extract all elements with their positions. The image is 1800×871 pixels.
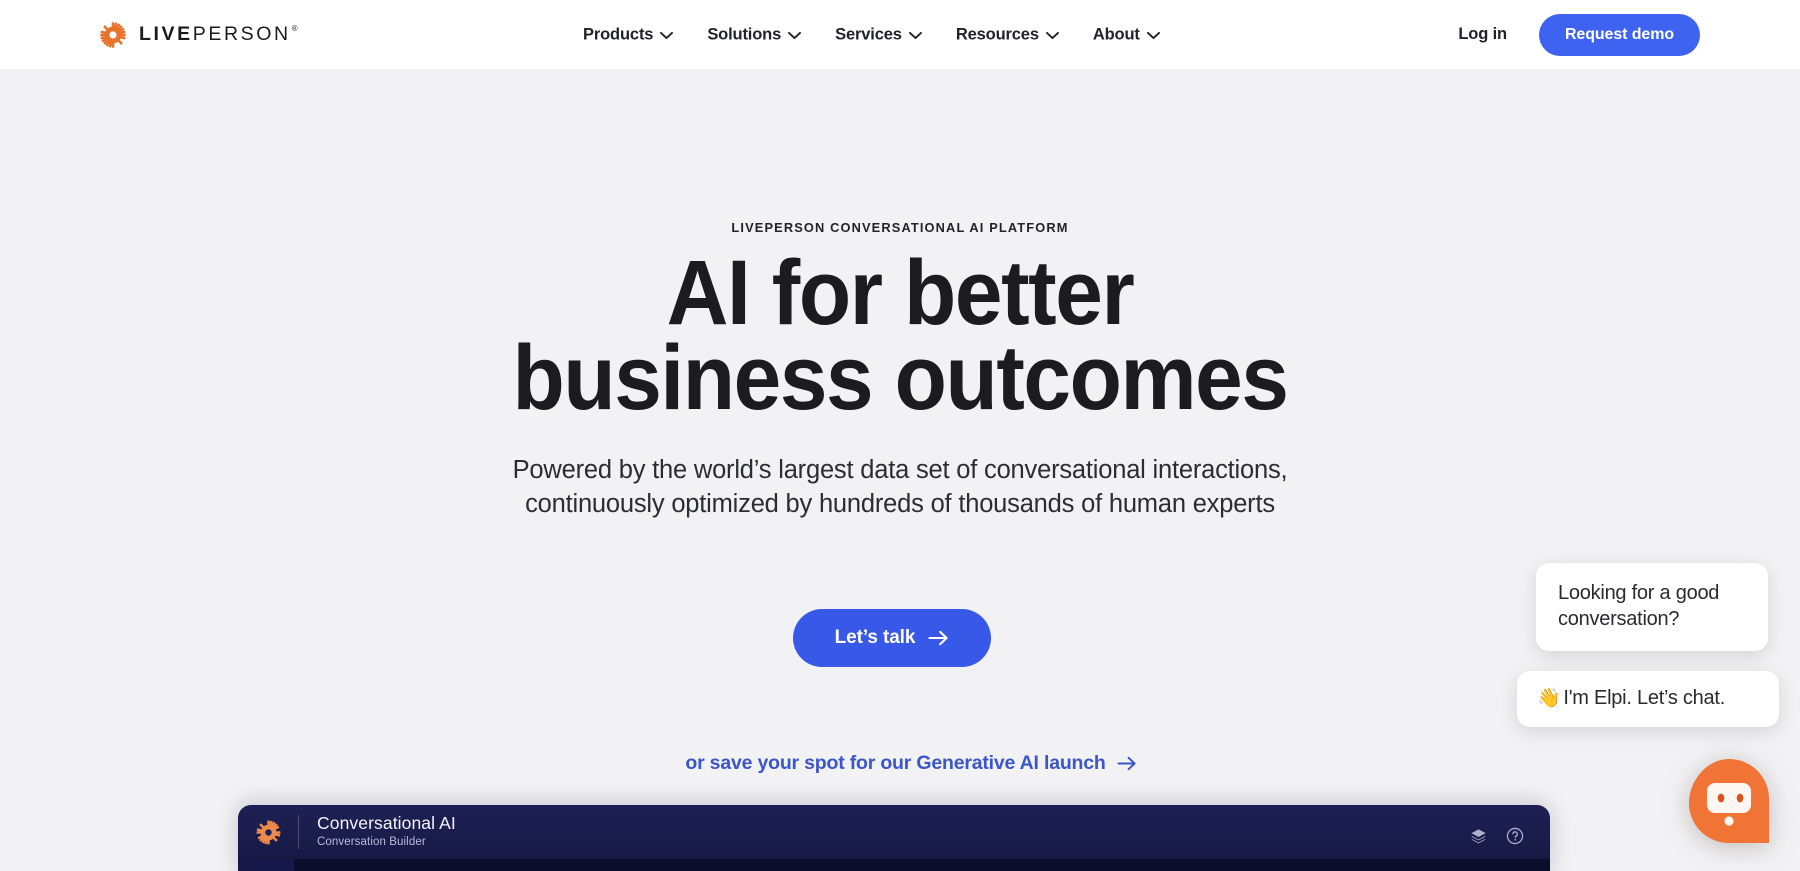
- chevron-down-icon: [908, 31, 922, 40]
- nav-item-products[interactable]: Products: [583, 25, 674, 44]
- nav-item-label: About: [1092, 25, 1140, 43]
- chevron-down-icon: [1146, 31, 1160, 40]
- product-panel-topbar: Conversational AI Conversation Builder: [238, 805, 1550, 859]
- product-panel-divider: [298, 815, 299, 849]
- page-root: LIVE PERSON ® Products Solutions Services: [0, 0, 1800, 871]
- arrow-right-icon: [1117, 756, 1136, 771]
- chevron-down-icon: [788, 31, 802, 40]
- product-panel-title: Conversational AI: [317, 812, 456, 833]
- nav-item-resources[interactable]: Resources: [956, 25, 1059, 44]
- nav-item-label: Products: [583, 25, 654, 43]
- product-panel-canvas: [238, 859, 1550, 871]
- hero-cta-container: Let’s talk: [0, 609, 1800, 667]
- site-header: LIVE PERSON ® Products Solutions Services: [0, 0, 1800, 69]
- subheadline-line-1: Powered by the world’s largest data set …: [512, 456, 1288, 484]
- headline-line-2: business outcomes: [512, 326, 1288, 429]
- wordmark-person: PERSON: [192, 23, 291, 45]
- main-navigation: Products Solutions Services Resources Ab…: [583, 25, 1160, 44]
- chat-launcher-button[interactable]: [1683, 755, 1775, 847]
- hero-secondary-cta-container: or save your spot for our Generative AI …: [0, 752, 1800, 775]
- lets-talk-label: Let’s talk: [834, 627, 916, 648]
- wordmark-registered: ®: [291, 24, 298, 33]
- nav-item-label: Solutions: [707, 25, 782, 43]
- nav-item-label: Resources: [955, 25, 1039, 43]
- nav-item-services[interactable]: Services: [835, 25, 922, 44]
- hero-section: LIVEPERSON CONVERSATIONAL AI PLATFORM AI…: [0, 69, 1800, 871]
- chevron-down-icon: [1045, 31, 1059, 40]
- login-link[interactable]: Log in: [1458, 25, 1507, 44]
- hero-headline: AI for better business outcomes: [63, 242, 1737, 429]
- hero-eyebrow: LIVEPERSON CONVERSATIONAL AI PLATFORM: [731, 220, 1069, 235]
- request-demo-button[interactable]: Request demo: [1538, 13, 1700, 56]
- nav-item-label: Services: [835, 25, 902, 43]
- generative-ai-launch-link[interactable]: or save your spot for our Generative AI …: [685, 752, 1136, 775]
- liveperson-gear-icon: [100, 21, 126, 48]
- headline-line-1: AI for better: [666, 242, 1135, 344]
- waving-hand-icon: 👋: [1537, 688, 1561, 709]
- generative-ai-launch-label: or save your spot for our Generative AI …: [685, 752, 1106, 774]
- hero-subheadline: Powered by the world’s largest data set …: [0, 454, 1800, 522]
- header-actions: Log in Request demo: [1458, 13, 1700, 56]
- layers-icon[interactable]: [1470, 828, 1487, 845]
- chat-bubble-intro[interactable]: 👋 I'm Elpi. Let’s chat.: [1517, 671, 1779, 727]
- product-panel-subtitle: Conversation Builder: [317, 836, 426, 849]
- product-panel-actions: [1470, 827, 1524, 845]
- liveperson-gear-icon: [256, 820, 281, 844]
- elpi-chat-avatar-icon: [1689, 759, 1769, 843]
- chat-bubble-intro-text: 👋 I'm Elpi. Let’s chat.: [1537, 686, 1759, 711]
- liveperson-wordmark: LIVE PERSON ®: [139, 23, 298, 46]
- chat-bubble-greeting-text: Looking for a good conversation?: [1558, 582, 1720, 630]
- help-circle-icon[interactable]: [1506, 827, 1524, 845]
- product-panel-titles: Conversational AI Conversation Builder: [317, 812, 456, 851]
- product-panel-side-rail: [238, 859, 294, 871]
- lets-talk-button[interactable]: Let’s talk: [792, 609, 992, 667]
- liveperson-logo[interactable]: LIVE PERSON ®: [100, 21, 298, 48]
- subheadline-line-2: continuously optimized by hundreds of th…: [525, 489, 1275, 518]
- chat-bubble-intro-label: I'm Elpi. Let’s chat.: [1563, 687, 1726, 709]
- arrow-right-icon: [928, 630, 948, 646]
- wordmark-live: LIVE: [139, 23, 193, 45]
- chat-bubble-greeting[interactable]: Looking for a good conversation?: [1536, 563, 1768, 652]
- nav-item-solutions[interactable]: Solutions: [707, 25, 802, 44]
- nav-item-about[interactable]: About: [1093, 25, 1160, 44]
- product-preview-panel: Conversational AI Conversation Builder: [238, 805, 1550, 871]
- chevron-down-icon: [660, 31, 674, 40]
